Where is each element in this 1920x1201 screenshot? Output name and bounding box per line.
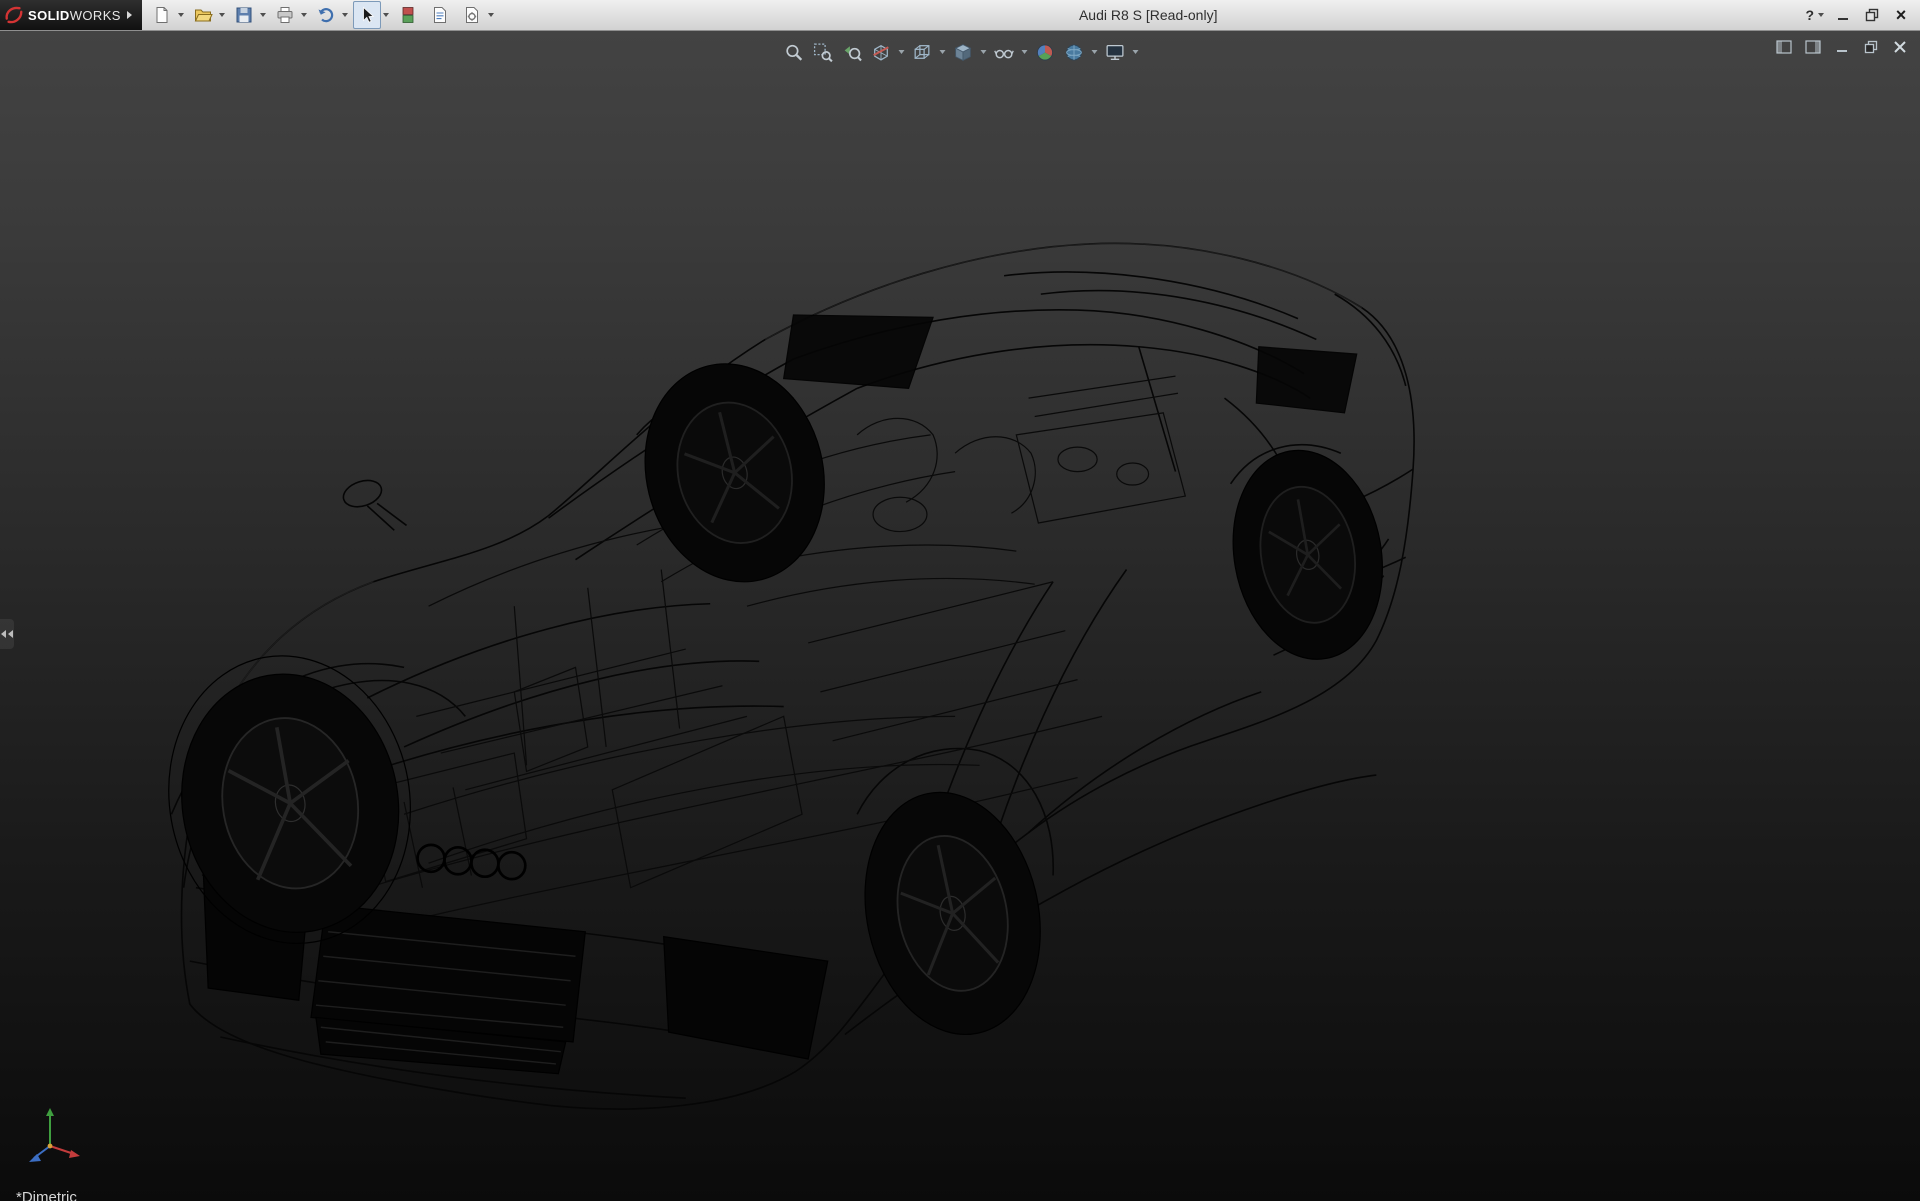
view-orientation-dropdown[interactable] <box>938 39 947 65</box>
display-style-button[interactable] <box>950 39 976 65</box>
edit-appearance-ball-icon <box>1034 42 1055 63</box>
options-button[interactable] <box>458 1 486 29</box>
orientation-triad-icon <box>20 1104 86 1170</box>
collapse-arrow-icon <box>1 630 6 638</box>
new-document-dropdown[interactable] <box>176 2 185 28</box>
view-orientation-button[interactable] <box>909 39 935 65</box>
zoom-to-area-icon <box>812 42 833 63</box>
save-floppy-icon <box>234 5 254 25</box>
select-button[interactable] <box>353 1 381 29</box>
new-document-button[interactable] <box>148 1 176 29</box>
titlebar-controls: ? × <box>1805 2 1912 28</box>
options-dropdown[interactable] <box>486 2 495 28</box>
save-dropdown[interactable] <box>258 2 267 28</box>
solidworks-logo: SOLIDWORKS <box>0 0 142 30</box>
hide-show-items-button[interactable] <box>991 39 1017 65</box>
save-button[interactable] <box>230 1 258 29</box>
doc-close-button[interactable] <box>1890 37 1910 57</box>
solidworks-wordmark: SOLIDWORKS <box>28 8 121 23</box>
close-button[interactable]: × <box>1890 4 1912 26</box>
document-window-controls <box>1774 37 1910 57</box>
rebuild-button[interactable] <box>394 1 422 29</box>
restore-icon <box>1864 7 1880 23</box>
view-settings-button[interactable] <box>1102 39 1128 65</box>
apply-scene-dropdown[interactable] <box>1090 39 1099 65</box>
open-dropdown[interactable] <box>217 2 226 28</box>
view-orientation-label: *Dimetric <box>16 1189 77 1201</box>
minimize-button[interactable] <box>1832 4 1854 26</box>
titlebar: SOLIDWORKS <box>0 0 1920 31</box>
select-dropdown[interactable] <box>381 2 390 28</box>
expand-right-pane-icon <box>1804 38 1822 56</box>
previous-view-button[interactable] <box>839 39 865 65</box>
doc-restore-icon <box>1862 38 1880 56</box>
zoom-to-area-button[interactable] <box>810 39 836 65</box>
zoom-to-fit-button[interactable] <box>781 39 807 65</box>
apply-scene-globe-icon <box>1063 42 1084 63</box>
print-icon <box>275 5 295 25</box>
options-gear-icon <box>462 5 482 25</box>
view-settings-dropdown[interactable] <box>1131 39 1140 65</box>
section-view-icon <box>870 42 891 63</box>
document-title: Audi R8 S [Read-only] <box>499 7 1797 23</box>
undo-dropdown[interactable] <box>340 2 349 28</box>
menu-expand-arrow-icon[interactable] <box>127 11 132 19</box>
expand-left-pane-icon <box>1775 38 1793 56</box>
print-dropdown[interactable] <box>299 2 308 28</box>
car-wireframe-model <box>0 31 1920 1201</box>
doc-restore-button[interactable] <box>1861 37 1881 57</box>
edit-appearance-button[interactable] <box>1032 39 1058 65</box>
zoom-to-fit-icon <box>783 42 804 63</box>
help-button[interactable]: ? <box>1805 2 1825 28</box>
undo-arrow-icon <box>316 5 336 25</box>
display-style-dropdown[interactable] <box>979 39 988 65</box>
restore-button[interactable] <box>1861 4 1883 26</box>
expand-left-pane-button[interactable] <box>1774 37 1794 57</box>
file-properties-button[interactable] <box>426 1 454 29</box>
expand-right-pane-button[interactable] <box>1803 37 1823 57</box>
view-orientation-cube-icon <box>911 42 932 63</box>
hide-show-glasses-icon <box>993 42 1014 63</box>
help-glyph: ? <box>1805 7 1814 23</box>
section-view-dropdown[interactable] <box>897 39 906 65</box>
doc-minimize-icon <box>1833 38 1851 56</box>
open-folder-icon <box>193 5 213 25</box>
minimize-icon <box>1835 7 1851 23</box>
doc-minimize-button[interactable] <box>1832 37 1852 57</box>
orientation-triad[interactable] <box>20 1104 86 1175</box>
feature-manager-collapse-handle[interactable] <box>0 619 14 649</box>
section-view-button[interactable] <box>868 39 894 65</box>
graphics-viewport[interactable]: *Dimetric <box>0 31 1920 1201</box>
solidworks-window: SOLIDWORKS <box>0 0 1920 1200</box>
view-settings-monitor-icon <box>1104 42 1125 63</box>
display-style-icon <box>952 42 973 63</box>
previous-view-icon <box>841 42 862 63</box>
open-button[interactable] <box>189 1 217 29</box>
hide-show-items-dropdown[interactable] <box>1020 39 1029 65</box>
help-dropdown[interactable] <box>1816 2 1825 28</box>
close-icon: × <box>1896 7 1907 23</box>
file-properties-icon <box>430 5 450 25</box>
heads-up-toolbar <box>781 39 1140 65</box>
print-button[interactable] <box>271 1 299 29</box>
undo-button[interactable] <box>312 1 340 29</box>
solidworks-logo-icon <box>4 5 24 25</box>
rebuild-icon <box>398 5 418 25</box>
select-cursor-icon <box>357 5 377 25</box>
collapse-arrow-icon <box>8 630 13 638</box>
main-toolbar <box>148 1 499 29</box>
apply-scene-button[interactable] <box>1061 39 1087 65</box>
doc-close-icon <box>1891 38 1909 56</box>
new-document-icon <box>152 5 172 25</box>
